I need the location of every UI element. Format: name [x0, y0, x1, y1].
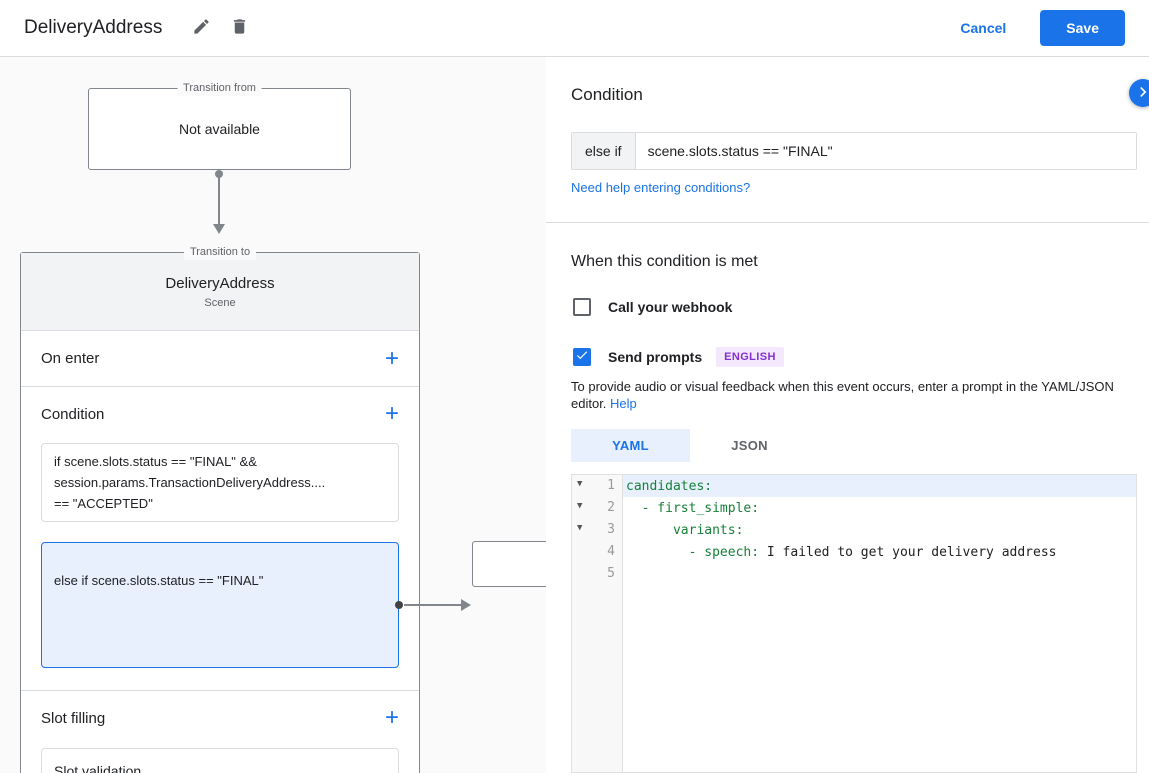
tab-yaml[interactable]: YAML: [571, 429, 690, 462]
fold-toggle-icon[interactable]: ▼: [577, 523, 582, 533]
flow-connector-line: [218, 176, 220, 226]
transition-to-label: Transition to: [183, 245, 257, 260]
language-badge: ENGLISH: [716, 347, 784, 367]
condition-item-selected[interactable]: else if scene.slots.status == "FINAL": [41, 541, 546, 668]
yaml-key-token: candidates:: [626, 478, 713, 494]
condition-help-link[interactable]: Need help entering conditions?: [571, 180, 750, 195]
condition-section-label: Condition: [41, 405, 105, 423]
line-number: 1: [607, 478, 615, 493]
edge-arrowhead-icon: [461, 599, 471, 611]
yaml-value-token: I failed to get your delivery address: [766, 544, 1057, 560]
gutter-row: 4: [572, 541, 622, 563]
prompt-help-link[interactable]: Help: [610, 396, 637, 411]
yaml-key-token: variants:: [626, 522, 744, 538]
edge-target-node[interactable]: [472, 541, 546, 587]
condition-item-text: else if scene.slots.status == "FINAL": [54, 573, 264, 588]
on-enter-row: On enter +: [21, 331, 419, 387]
code-line[interactable]: - speech: I failed to get your delivery …: [623, 541, 1136, 563]
fold-toggle-icon[interactable]: ▼: [577, 479, 582, 489]
condition-item[interactable]: if scene.slots.status == "FINAL" && sess…: [41, 443, 399, 522]
scene-editor-app: DeliveryAddress Cancel Save Transition f…: [0, 0, 1149, 773]
transition-from-label: Transition from: [177, 81, 262, 96]
send-prompts-option-row: Send prompts ENGLISH: [573, 347, 784, 367]
line-number: 3: [607, 522, 615, 537]
editor-code-area[interactable]: candidates: - first_simple: variants: - …: [623, 475, 1136, 772]
scene-node-subtitle: Scene: [204, 296, 236, 309]
gutter-row: ▼ 2: [572, 497, 622, 519]
transition-from-value: Not available: [179, 121, 260, 137]
code-line[interactable]: - first_simple:: [623, 497, 1136, 519]
line-number: 4: [607, 544, 615, 559]
yaml-key-token: - first_simple:: [626, 500, 760, 516]
trash-icon: [230, 17, 249, 39]
panel-divider: [546, 222, 1149, 223]
webhook-option-row: Call your webhook: [573, 298, 732, 316]
edit-name-button[interactable]: [184, 11, 218, 45]
edge-line: [404, 604, 461, 606]
webhook-label: Call your webhook: [608, 299, 733, 315]
yaml-key-token: - speech:: [626, 544, 767, 560]
scene-node-header[interactable]: DeliveryAddress Scene: [21, 253, 419, 331]
line-number: 2: [607, 500, 615, 515]
top-bar: DeliveryAddress Cancel Save: [0, 0, 1149, 57]
gutter-row: ▼ 1: [572, 475, 622, 497]
webhook-checkbox[interactable]: [573, 298, 591, 316]
flow-connector-arrowhead: [213, 224, 225, 234]
gutter-row: 5: [572, 563, 622, 585]
fold-toggle-icon[interactable]: ▼: [577, 501, 582, 511]
delete-scene-button[interactable]: [222, 11, 256, 45]
collapse-panel-button[interactable]: [1129, 79, 1149, 107]
send-prompts-checkbox[interactable]: [573, 348, 591, 366]
slot-filling-section-row: Slot filling +: [21, 691, 419, 745]
yaml-code-editor[interactable]: ▼ 1 ▼ 2 ▼ 3 4 5 candidates: - first_simp…: [571, 474, 1137, 773]
condition-section-row: Condition +: [21, 387, 419, 441]
code-line[interactable]: [623, 563, 1136, 585]
page-title: DeliveryAddress: [24, 17, 163, 38]
prompt-hint-text: To provide audio or visual feedback when…: [571, 378, 1137, 412]
add-condition-button[interactable]: +: [385, 402, 399, 426]
transition-from-node[interactable]: Transition from Not available: [88, 81, 351, 170]
line-number: 5: [607, 566, 615, 581]
slot-item[interactable]: Slot validation: [41, 748, 399, 773]
editor-format-tabs: YAML JSON: [571, 429, 809, 462]
condition-expression-input[interactable]: [635, 133, 1136, 169]
add-slot-button[interactable]: +: [385, 706, 399, 730]
editor-gutter: ▼ 1 ▼ 2 ▼ 3 4 5: [572, 475, 623, 772]
flow-canvas: Transition from Not available Transition…: [0, 57, 546, 773]
condition-details-panel: Condition else if Need help entering con…: [546, 57, 1149, 773]
on-enter-label: On enter: [41, 350, 100, 367]
send-prompts-label: Send prompts: [608, 349, 703, 365]
tab-json[interactable]: JSON: [690, 429, 809, 462]
prompt-hint-body: To provide audio or visual feedback when…: [571, 379, 1114, 411]
checkmark-icon: [575, 348, 589, 367]
add-on-enter-button[interactable]: +: [385, 346, 399, 370]
panel-title: Condition: [571, 85, 643, 104]
scene-node-card: Transition to DeliveryAddress Scene On e…: [20, 245, 546, 773]
when-condition-heading: When this condition is met: [571, 253, 758, 270]
code-line[interactable]: variants:: [623, 519, 1136, 541]
condition-expression-row: else if: [571, 132, 1137, 170]
slot-filling-section-label: Slot filling: [41, 709, 106, 727]
chevron-right-icon: [1133, 82, 1149, 105]
edge-start-dot: [395, 601, 403, 609]
code-line[interactable]: candidates:: [623, 475, 1136, 497]
gutter-row: ▼ 3: [572, 519, 622, 541]
pencil-icon: [192, 17, 211, 39]
save-button[interactable]: Save: [1040, 10, 1125, 46]
condition-prefix-chip: else if: [572, 133, 636, 169]
cancel-button[interactable]: Cancel: [960, 20, 1006, 36]
scene-node-title: DeliveryAddress: [165, 274, 275, 292]
